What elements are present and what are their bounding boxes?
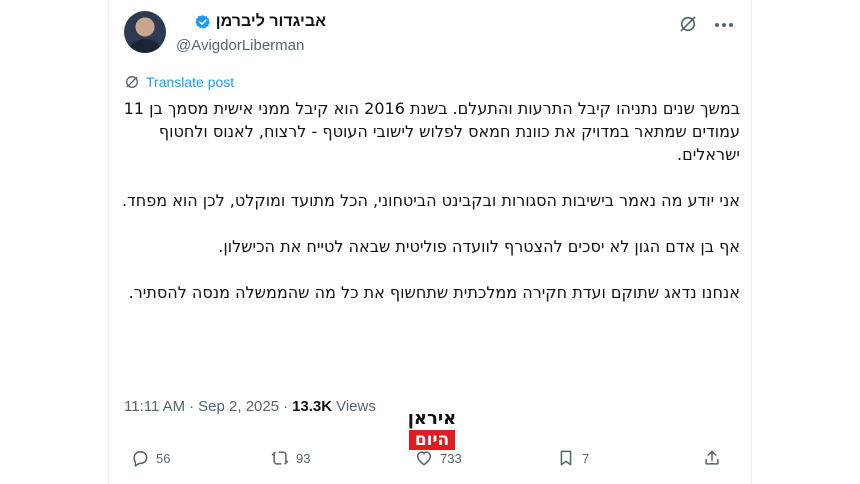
- heart-icon: [417, 451, 431, 466]
- author-display-name[interactable]: אביגדור ליברמן: [216, 12, 326, 32]
- watermark-top: איראן: [407, 408, 457, 429]
- author-handle[interactable]: @AvigdorLiberman: [176, 36, 326, 56]
- post-paragraph: אני יודע מה נאמר בישיבות הסגורות ובקבינט…: [121, 191, 740, 210]
- watermark-bottom: היום: [408, 430, 456, 450]
- repost-count: 93: [296, 450, 311, 466]
- reply-button[interactable]: 56: [130, 448, 170, 468]
- post-paragraph: אנחנו נדאג שתוקם ועדת חקירה ממלכתית שתחש…: [128, 283, 740, 302]
- views-count: 13.3K: [292, 398, 333, 415]
- action-bar: 56 93 733 7: [124, 448, 728, 474]
- share-icon: [705, 450, 719, 465]
- post-paragraph: אף בן אדם הגון לא יסכים להצטרף לוועדה פו…: [218, 237, 740, 256]
- meta-separator: ·: [283, 398, 289, 415]
- translate-icon: [126, 76, 138, 88]
- verified-badge-icon: [195, 15, 210, 29]
- like-count: 733: [440, 450, 462, 466]
- bookmark-button[interactable]: 7: [556, 448, 589, 468]
- post-text: במשך שנים נתניהו קיבל התרעות והתעלם. בשנ…: [120, 97, 740, 304]
- share-button[interactable]: [702, 448, 722, 468]
- post-paragraph: במשך שנים נתניהו קיבל התרעות והתעלם. בשנ…: [123, 99, 740, 164]
- avatar[interactable]: [124, 11, 166, 53]
- more-dot: [715, 23, 719, 27]
- card-border-right: [751, 0, 752, 484]
- post-time[interactable]: 11:11 AM: [124, 398, 185, 415]
- repost-button[interactable]: 93: [270, 448, 310, 468]
- author-block[interactable]: אביגדור ליברמן @AvigdorLiberman: [176, 12, 326, 56]
- bookmark-count: 7: [582, 450, 590, 466]
- post-date[interactable]: Sep 2, 2025: [198, 398, 279, 415]
- reply-count: 56: [156, 450, 171, 466]
- views-label: Views: [336, 398, 376, 415]
- grok-icon[interactable]: [678, 14, 698, 34]
- translate-post-link[interactable]: Translate post: [124, 74, 234, 90]
- card-border-left: [108, 0, 109, 484]
- repost-icon: [271, 451, 289, 465]
- more-icon[interactable]: [712, 22, 736, 28]
- more-dot: [722, 23, 726, 27]
- translate-post-label[interactable]: Translate post: [146, 74, 234, 90]
- like-button[interactable]: 733: [414, 448, 462, 468]
- reply-icon: [133, 451, 148, 467]
- bookmark-icon: [560, 450, 572, 466]
- post-meta: 11:11 AM · Sep 2, 2025 · 13.3K Views: [124, 398, 376, 415]
- meta-separator: ·: [189, 398, 195, 415]
- more-dot: [729, 23, 733, 27]
- iran-today-watermark: איראן היום: [400, 409, 464, 450]
